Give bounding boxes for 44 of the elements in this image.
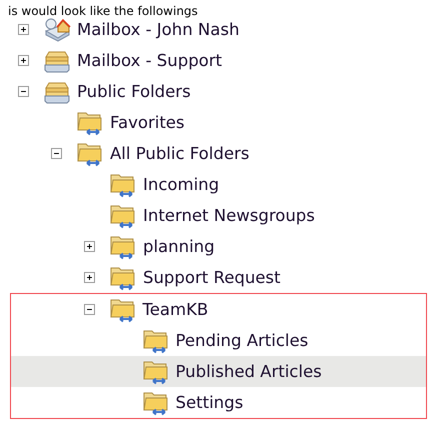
collapse-toggle[interactable] (84, 304, 94, 315)
tree-item-label: Public Folders (77, 82, 191, 101)
collapse-toggle[interactable] (51, 148, 62, 159)
shared-folder-icon (76, 140, 104, 166)
tree-item-label: Internet Newsgroups (143, 206, 315, 225)
tree-row[interactable]: All Public Folders (0, 138, 431, 169)
tree-row[interactable]: Mailbox - Support (0, 45, 431, 76)
tree-row[interactable]: Favorites (0, 107, 431, 138)
collapse-toggle[interactable] (18, 86, 29, 97)
tree-item-label: Support Request (143, 268, 280, 287)
tree-item-label: Published Articles (176, 362, 322, 381)
tree-item-label: All Public Folders (110, 144, 250, 163)
mailbox-icon (43, 16, 71, 42)
shared-folder-icon (142, 328, 170, 354)
tree-row[interactable]: Internet Newsgroups (0, 200, 431, 231)
tree-row[interactable]: Public Folders (0, 76, 431, 107)
tree-row[interactable]: TeamKB (11, 294, 426, 325)
tree-item-label: Mailbox - John Nash (77, 20, 240, 39)
expand-toggle[interactable] (18, 55, 29, 66)
shared-folder-icon (109, 264, 137, 290)
tree-item-label: Incoming (143, 175, 220, 194)
tree-row[interactable]: Published Articles (11, 356, 426, 387)
tree-row[interactable]: planning (0, 231, 431, 262)
shared-folder-icon (76, 110, 104, 136)
shared-folder-icon (108, 296, 136, 322)
tree-row[interactable]: Settings (11, 387, 426, 418)
tree-item-label: TeamKB (142, 300, 208, 319)
expand-toggle[interactable] (84, 241, 95, 252)
shared-folder-icon (109, 234, 137, 260)
tree-item-label: Settings (176, 393, 244, 412)
tree-item-label: Favorites (110, 113, 185, 132)
shared-folder-icon (142, 358, 170, 384)
expand-toggle[interactable] (18, 24, 29, 35)
shared-folder-icon (142, 390, 170, 416)
shared-folder-icon (109, 172, 137, 198)
tree-item-label: planning (143, 237, 215, 256)
caption-text: is would look like the followings (7, 4, 198, 18)
tree-row[interactable]: Pending Articles (11, 325, 426, 356)
expand-toggle[interactable] (84, 272, 95, 283)
tree-item-label: Pending Articles (176, 331, 308, 350)
tree-row[interactable]: Incoming (0, 169, 431, 200)
shared-folder-icon (109, 202, 137, 228)
tree-row[interactable]: Support Request (0, 262, 431, 293)
tree-item-label: Mailbox - Support (77, 51, 222, 70)
